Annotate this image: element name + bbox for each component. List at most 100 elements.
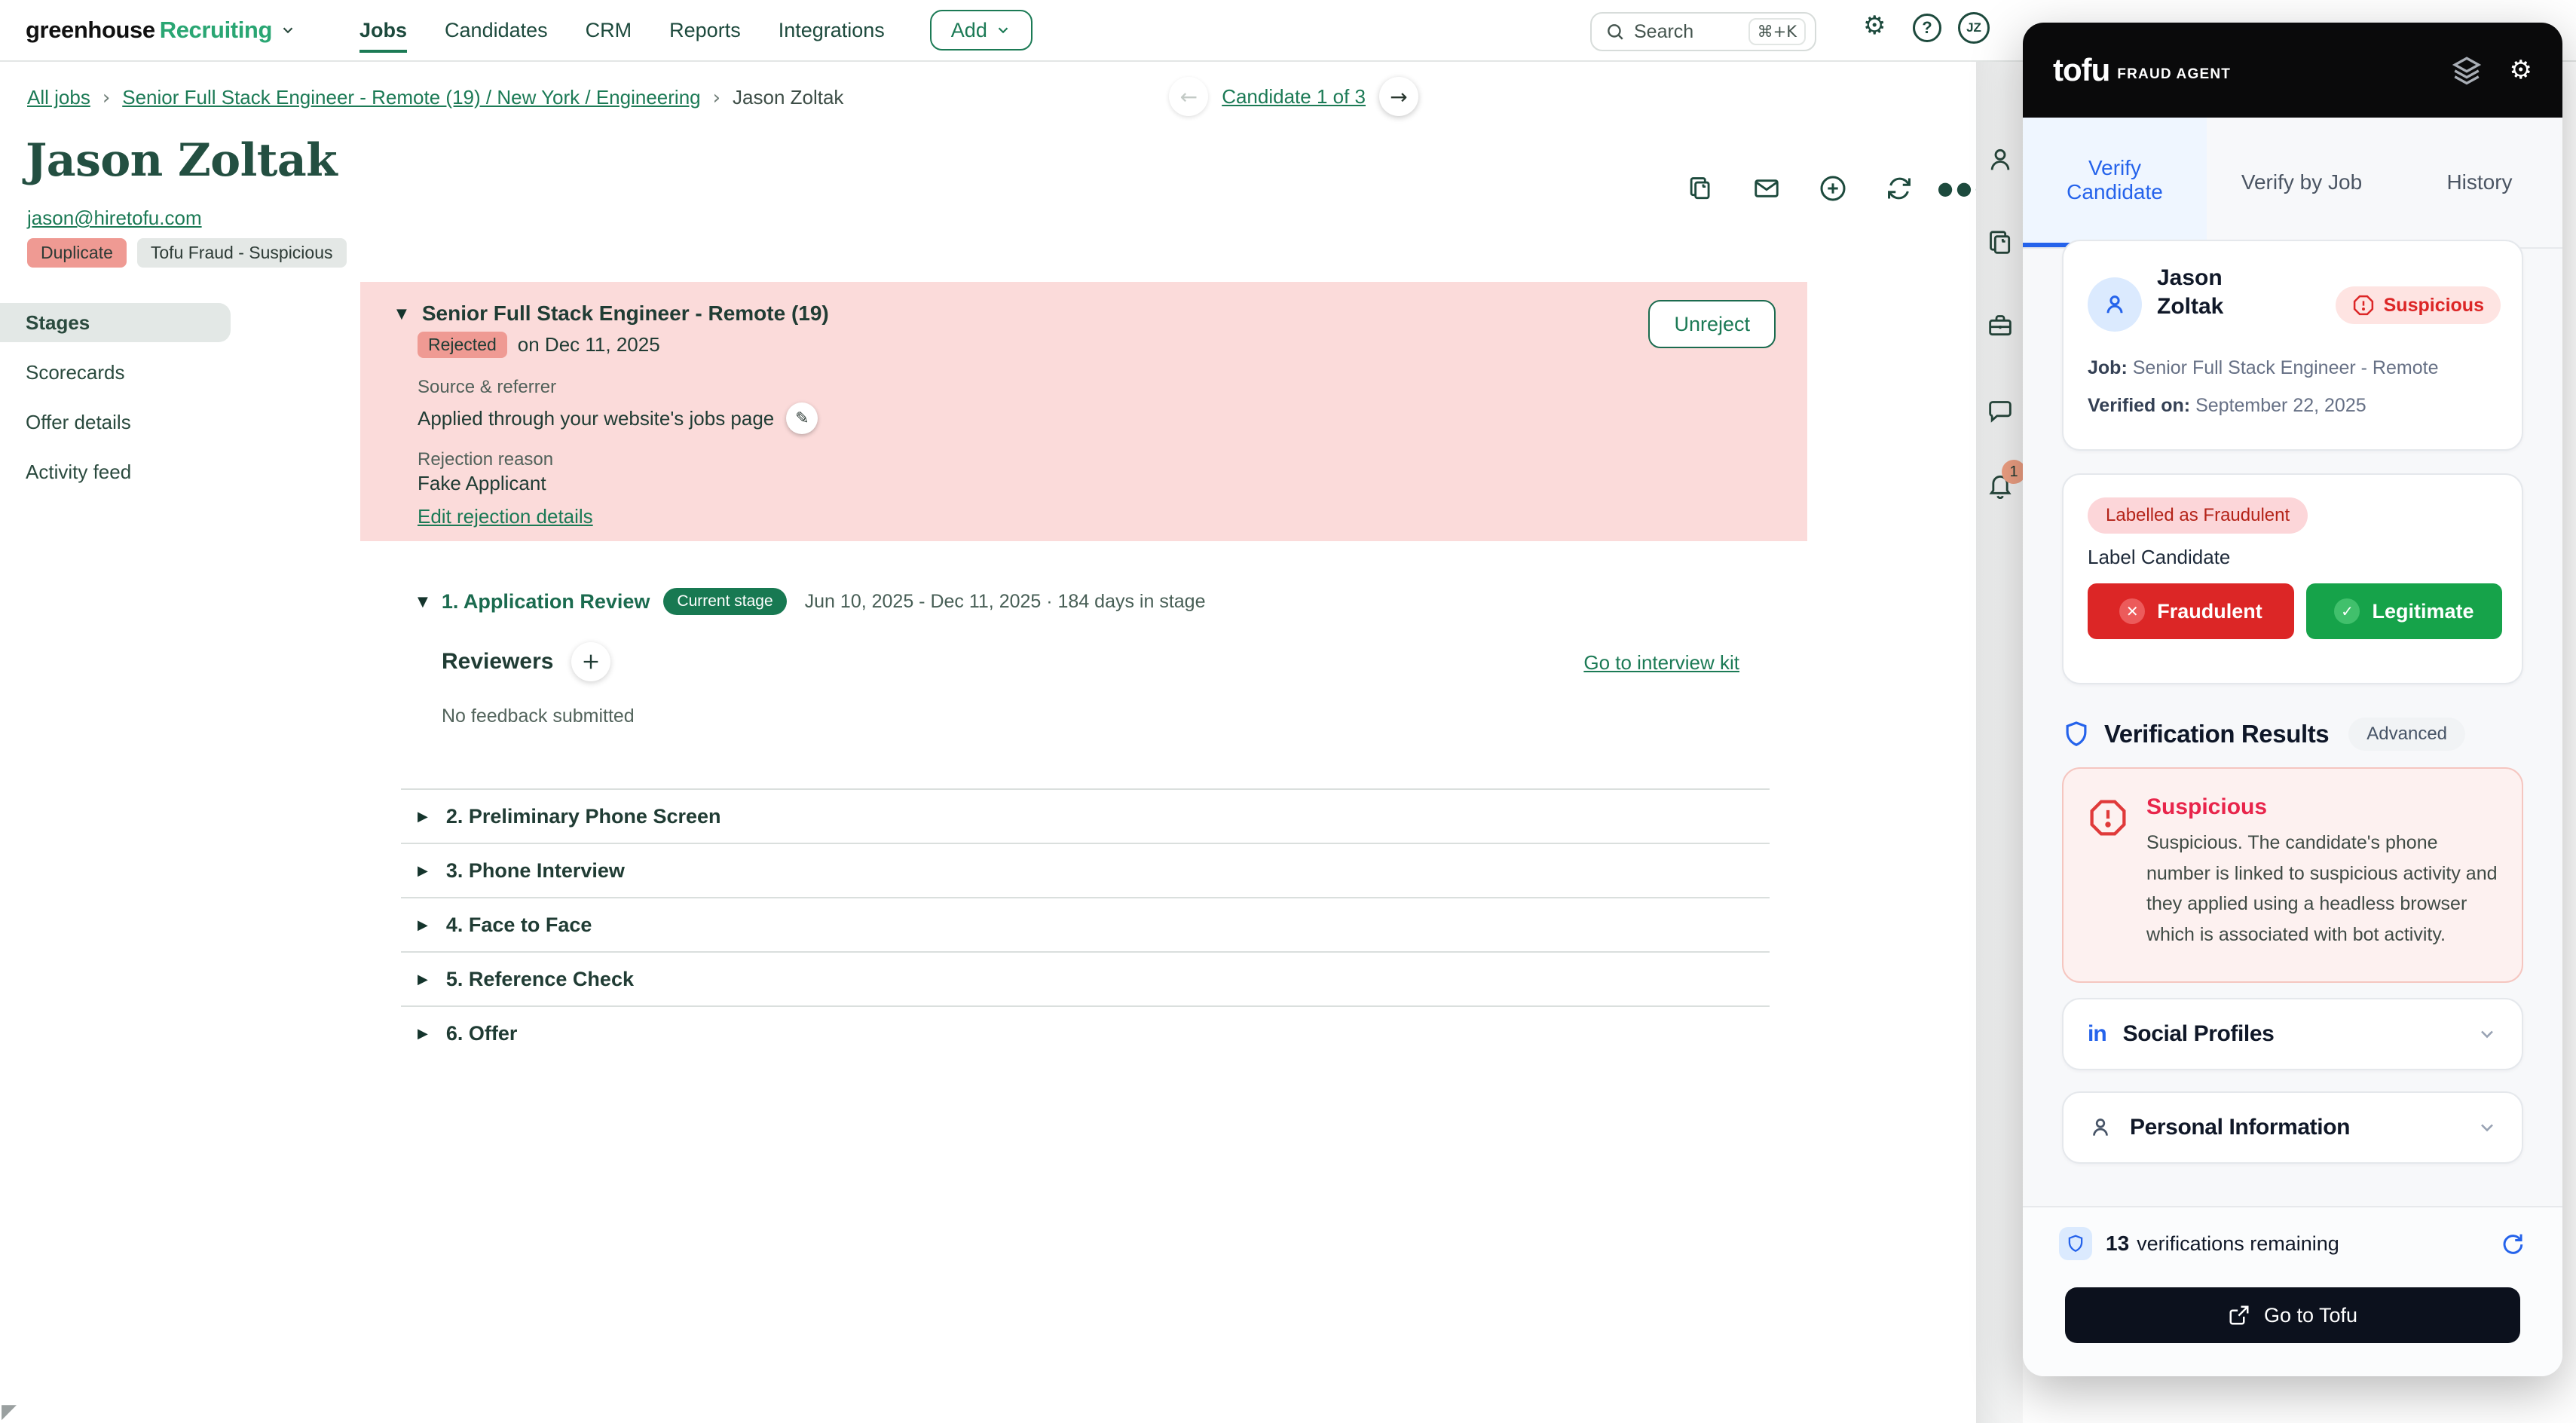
tofu-settings-gear-icon[interactable]: ⚙	[2510, 55, 2532, 85]
add-button[interactable]: Add	[929, 10, 1033, 50]
stage-row-label: 5. Reference Check	[445, 967, 634, 990]
candidate-email-link[interactable]: jason@hiretofu.com	[27, 207, 202, 230]
go-to-tofu-button[interactable]: Go to Tofu	[2065, 1287, 2520, 1343]
suspicious-alert-box: Suspicious Suspicious. The candidate's p…	[2062, 767, 2523, 983]
tab-verify-by-job[interactable]: Verify by Job	[2207, 118, 2397, 247]
expand-triangle-icon: ▶	[418, 1025, 428, 1042]
search-input[interactable]: Search ⌘+K	[1590, 12, 1816, 51]
search-placeholder: Search	[1634, 20, 1694, 42]
breadcrumb-job-link[interactable]: Senior Full Stack Engineer - Remote (19)…	[122, 86, 700, 109]
stage-1-title[interactable]: 1. Application Review	[442, 590, 650, 614]
prev-candidate-button[interactable]: ←	[1169, 77, 1209, 116]
job-label: Job:	[2088, 357, 2128, 378]
fraudulent-button[interactable]: ✕ Fraudulent	[2088, 583, 2294, 639]
stage-row-preliminary-phone-screen[interactable]: ▶ 2. Preliminary Phone Screen	[401, 788, 1770, 843]
refresh-icon[interactable]	[2499, 1230, 2525, 1256]
rejection-reason-label: Rejection reason	[418, 449, 554, 470]
stage-row-face-to-face[interactable]: ▶ 4. Face to Face	[401, 897, 1770, 951]
legitimate-button[interactable]: ✓ Legitimate	[2306, 583, 2502, 639]
add-circle-icon[interactable]	[1810, 166, 1856, 211]
next-candidate-button[interactable]: →	[1379, 77, 1418, 116]
help-icon[interactable]: ?	[1913, 14, 1941, 42]
go-to-tofu-label: Go to Tofu	[2263, 1303, 2358, 1327]
stage-row-reference-check[interactable]: ▶ 5. Reference Check	[401, 951, 1770, 1005]
sidebar-item-stages[interactable]: Stages	[0, 303, 231, 342]
label-candidate-card: Labelled as Fraudulent Label Candidate ✕…	[2062, 473, 2523, 684]
search-shortcut-badge: ⌘+K	[1748, 18, 1806, 45]
personal-information-section[interactable]: Personal Information	[2062, 1091, 2523, 1164]
mouse-cursor: ◤	[2, 1400, 17, 1423]
suspicious-status-badge: Suspicious	[2335, 286, 2501, 324]
settings-gear-icon[interactable]: ⚙	[1863, 11, 1886, 41]
sidebar-item-offer-details[interactable]: Offer details	[0, 402, 241, 442]
breadcrumb-separator: ›	[102, 86, 111, 109]
shield-icon	[2066, 721, 2087, 746]
tofu-fraud-agent-panel: tofu FRAUD AGENT ⚙ Verify Candidate Veri…	[2023, 23, 2562, 1376]
stage-row-phone-interview[interactable]: ▶ 3. Phone Interview	[401, 843, 1770, 897]
breadcrumb-current: Jason Zoltak	[733, 86, 844, 109]
person-icon[interactable]	[1985, 145, 2015, 175]
person-outline-icon	[2088, 1115, 2113, 1140]
nav-item-jobs[interactable]: Jobs	[359, 1, 407, 60]
legitimate-button-label: Legitimate	[2372, 599, 2474, 623]
sidebar-item-activity-feed[interactable]: Activity feed	[0, 452, 241, 491]
copy-documents-icon[interactable]	[1678, 166, 1723, 211]
stage-collapse-triangle-icon[interactable]: ▼	[418, 594, 428, 610]
verifications-remaining-text: verifications remaining	[2137, 1232, 2339, 1255]
documents-icon[interactable]	[1985, 228, 2015, 258]
tofu-candidate-card: Jason Zoltak Suspicious Job: Senior Full…	[2062, 240, 2523, 451]
briefcase-icon[interactable]	[1985, 311, 2015, 341]
linkedin-icon: in	[2088, 1021, 2107, 1046]
tag-tofu-fraud[interactable]: Tofu Fraud - Suspicious	[136, 238, 347, 268]
chat-icon[interactable]	[1985, 396, 2015, 427]
nav-item-integrations[interactable]: Integrations	[779, 1, 885, 60]
expand-triangle-icon: ▶	[418, 971, 428, 987]
social-profiles-section[interactable]: in Social Profiles	[2062, 998, 2523, 1070]
rejection-banner: ▼ Senior Full Stack Engineer - Remote (1…	[360, 282, 1807, 541]
candidate-pager-link[interactable]: Candidate 1 of 3	[1222, 85, 1366, 109]
tag-duplicate[interactable]: Duplicate	[27, 238, 127, 268]
stage-list: ▶ 2. Preliminary Phone Screen ▶ 3. Phone…	[401, 788, 1770, 1060]
fraudulent-button-label: Fraudulent	[2157, 599, 2262, 623]
breadcrumb-all-jobs[interactable]: All jobs	[27, 86, 90, 109]
user-avatar[interactable]: JZ	[1958, 12, 1990, 44]
stage-row-label: 6. Offer	[445, 1021, 518, 1045]
layers-icon[interactable]	[2451, 54, 2483, 86]
tab-history[interactable]: History	[2397, 118, 2562, 247]
label-candidate-title: Label Candidate	[2088, 546, 2231, 568]
stage-row-label: 3. Phone Interview	[445, 858, 625, 882]
rejected-status-badge: Rejected	[418, 332, 507, 358]
external-link-icon	[2229, 1305, 2249, 1325]
tofu-logo: tofu	[2053, 52, 2110, 87]
tofu-tabs: Verify Candidate Verify by Job History	[2023, 118, 2562, 249]
expand-triangle-icon: ▶	[418, 917, 428, 933]
tofu-panel-footer: 13 verifications remaining Go to Tofu	[2023, 1206, 2562, 1376]
stage-dates: Jun 10, 2025 - Dec 11, 2025 · 184 days i…	[804, 590, 1206, 612]
go-to-interview-kit-link[interactable]: Go to interview kit	[1583, 651, 1739, 675]
verifications-count: 13	[2106, 1232, 2130, 1255]
nav-item-crm[interactable]: CRM	[586, 1, 632, 60]
greenhouse-logo[interactable]: greenhouse Recruiting	[26, 17, 296, 44]
job-value: Senior Full Stack Engineer - Remote	[2132, 357, 2439, 378]
expand-triangle-icon: ▶	[418, 808, 428, 825]
advanced-toggle[interactable]: Advanced	[2348, 718, 2466, 751]
edit-rejection-details-link[interactable]: Edit rejection details	[418, 505, 593, 528]
unreject-button[interactable]: Unreject	[1648, 300, 1776, 348]
candidate-page: All jobs › Senior Full Stack Engineer - …	[0, 62, 1990, 1423]
chevron-down-icon	[2477, 1117, 2498, 1138]
brand-recruiting: Recruiting	[159, 17, 273, 43]
tab-verify-candidate[interactable]: Verify Candidate	[2023, 118, 2207, 247]
collapse-triangle-icon[interactable]: ▼	[396, 306, 407, 322]
edit-source-pencil-icon[interactable]: ✎	[786, 402, 818, 434]
nav-item-reports[interactable]: Reports	[669, 1, 741, 60]
email-icon[interactable]	[1744, 166, 1789, 211]
sidebar-item-scorecards[interactable]: Scorecards	[0, 353, 241, 392]
stage-row-offer[interactable]: ▶ 6. Offer	[401, 1005, 1770, 1060]
add-reviewer-button[interactable]	[571, 642, 611, 681]
rejection-reason-value: Fake Applicant	[418, 472, 546, 494]
nav-item-candidates[interactable]: Candidates	[445, 1, 548, 60]
verification-results-title: Verification Results	[2104, 720, 2330, 748]
verified-on-value: September 22, 2025	[2195, 395, 2366, 416]
transfer-icon[interactable]	[1877, 166, 1922, 211]
notifications-bell-icon[interactable]: 1	[1985, 460, 2026, 500]
